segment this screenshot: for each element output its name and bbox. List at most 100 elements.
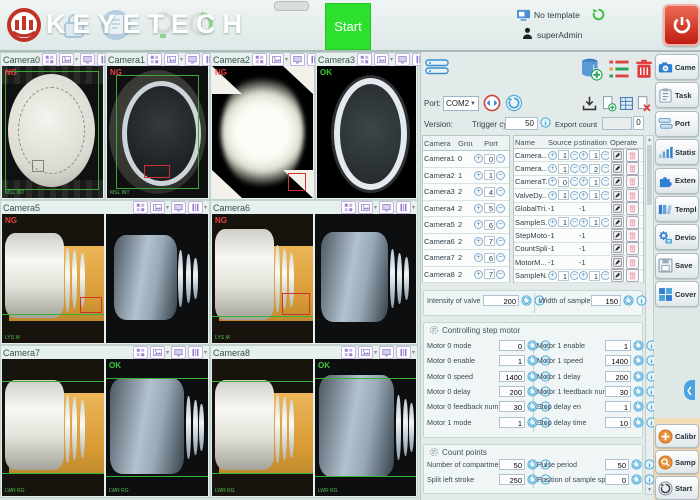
view-grid-icon[interactable] [357,53,372,66]
scroll-down-arrow[interactable]: ▼ [646,487,653,493]
dropdown-caret-icon[interactable]: ▾ [390,56,393,63]
decrement-button[interactable]: − [601,177,609,186]
sidebar-item-task[interactable]: Task [655,82,699,108]
delete-row-button[interactable] [626,229,639,242]
decrement-button[interactable]: − [496,171,505,180]
port-value[interactable]: 7 [484,269,495,279]
param-input[interactable]: 1400 [605,355,631,366]
camera8-subview-2[interactable]: OK LWR RG [315,359,416,496]
table-row[interactable]: CameraT...+0−+1− [514,176,643,189]
camera2-view[interactable]: NG [212,66,313,198]
destination-value[interactable]: 1 [589,150,600,160]
table-row[interactable]: Camera52+6− [423,217,509,234]
edit-button[interactable] [611,229,624,242]
increment-button[interactable]: + [548,151,557,160]
param-input[interactable]: 1400 [499,371,525,382]
image-source-icon[interactable] [150,346,165,359]
view-grid-icon[interactable] [133,201,148,214]
source-value[interactable]: 0 [558,177,569,187]
table-row[interactable]: SampleS...+1−+1− [514,216,643,229]
dropdown-caret-icon[interactable]: ▾ [285,56,288,63]
display-mode-icon[interactable] [379,346,394,359]
view-grid-icon[interactable] [133,346,148,359]
dropdown-caret-icon[interactable]: ▾ [374,349,377,356]
sidebar-item-cover[interactable]: Cover [655,281,699,307]
table-row[interactable]: Camera42+5− [423,201,509,218]
dropdown-caret-icon[interactable]: ▾ [374,204,377,211]
increment-button[interactable]: + [548,191,557,200]
port-value[interactable]: 6 [484,220,495,230]
increment-button[interactable]: + [579,218,588,227]
port-select[interactable]: COM2▼ [443,96,479,111]
camera8-subview-1[interactable]: LWR RG [212,359,313,496]
increment-button[interactable]: + [548,177,557,186]
action-button-sampling[interactable]: Sampling [655,450,699,474]
image-source-icon[interactable] [269,53,284,66]
sidebar-item-save[interactable]: Save [655,253,699,279]
increment-button[interactable]: + [474,270,483,279]
dropdown-caret-icon[interactable]: ▾ [166,349,169,356]
table-row[interactable]: Camera62+7− [423,234,509,251]
trigger-info-icon[interactable] [540,117,551,128]
param-info-icon[interactable] [636,295,647,306]
file-add-icon[interactable] [600,94,617,113]
table-row[interactable]: MotorM...-1-1 [514,256,643,269]
increment-button[interactable]: + [474,204,483,213]
decrement-button[interactable]: − [570,271,578,280]
delete-row-button[interactable] [626,162,639,175]
dropdown-caret-icon[interactable]: ▾ [412,349,415,356]
image-source-icon[interactable] [358,201,373,214]
adjust-tools-icon[interactable] [396,201,411,214]
source-value[interactable]: 1 [558,217,569,227]
table-row[interactable]: Camera10+0− [423,151,509,168]
param-input[interactable]: 1 [499,417,525,428]
increment-button[interactable]: + [474,154,483,163]
increment-button[interactable]: + [548,218,557,227]
collapse-panel-tab[interactable]: ❮ [684,380,695,400]
decrement-button[interactable]: − [496,220,505,229]
image-source-icon[interactable] [374,53,389,66]
table-row[interactable]: GlobalTri...-1-1 [514,203,643,216]
source-value[interactable]: 1 [558,190,569,200]
action-button-start[interactable]: Start [655,476,699,500]
view-grid-icon[interactable] [252,53,267,66]
increment-button[interactable]: + [579,151,588,160]
param-input[interactable]: 10 [605,417,631,428]
param-set-icon[interactable] [521,295,532,306]
decrement-button[interactable]: − [570,164,578,173]
param-set-icon[interactable] [623,295,634,306]
increment-button[interactable]: + [474,237,483,246]
destination-value[interactable]: 1 [589,271,600,281]
param-input[interactable]: 1 [499,355,525,366]
sidebar-item-port[interactable]: Port [655,111,699,137]
decrement-button[interactable]: − [496,187,505,196]
database-add-icon[interactable] [579,56,603,82]
trigger-cycle-input[interactable]: 50 [505,117,538,130]
edit-button[interactable] [611,175,624,188]
display-mode-icon[interactable] [171,346,186,359]
edit-button[interactable] [611,216,624,229]
destination-value[interactable]: 2 [589,164,600,174]
export-zero-button[interactable]: 0 [633,116,644,130]
table-row[interactable]: StepMotor-1-1 [514,229,643,242]
image-source-icon[interactable] [150,201,165,214]
image-source-icon[interactable] [164,53,179,66]
display-mode-icon[interactable] [379,201,394,214]
edit-button[interactable] [611,189,624,202]
import-icon[interactable] [581,94,598,113]
edit-button[interactable] [611,269,624,282]
view-grid-icon[interactable] [341,201,356,214]
param-input[interactable]: 150 [591,295,621,306]
decrement-button[interactable]: − [570,218,578,227]
decrement-button[interactable]: − [496,253,505,262]
dropdown-caret-icon[interactable]: ▾ [204,349,207,356]
table-row[interactable]: Camera32+4− [423,184,509,201]
delete-icon[interactable] [633,56,655,82]
image-source-icon[interactable] [358,346,373,359]
decrement-button[interactable]: − [601,271,609,280]
refresh-port-icon[interactable] [505,94,523,112]
param-input[interactable]: 200 [483,295,519,306]
table-row[interactable]: SampleN...+1−+1− [514,270,643,283]
display-mode-icon[interactable] [80,53,95,66]
param-set-icon[interactable] [631,459,642,470]
